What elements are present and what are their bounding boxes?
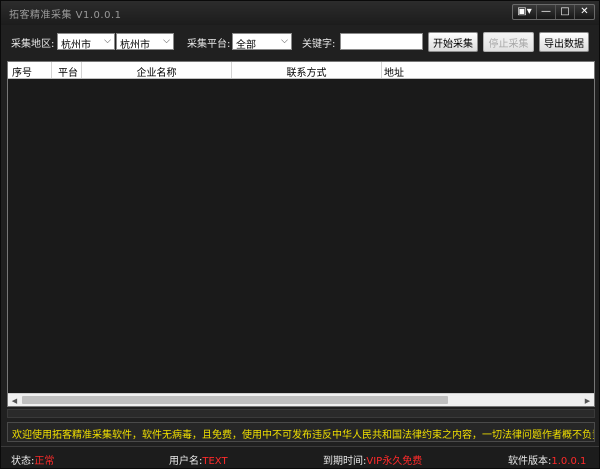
table-header: 序号 平台 企业名称 联系方式 地址 (8, 62, 594, 79)
maximize-icon[interactable]: □ (556, 5, 575, 19)
keyword-label: 关键字: (302, 39, 336, 50)
close-icon[interactable]: ✕ (575, 5, 594, 19)
column-header-platform[interactable]: 平台 (52, 62, 82, 79)
status-version: 软件版本:1.0.0.1 (508, 452, 586, 467)
scrollbar-thumb[interactable] (22, 396, 448, 404)
column-header-company[interactable]: 企业名称 (82, 62, 232, 79)
stop-collect-button[interactable]: 停止采集 (483, 32, 534, 52)
platform-select[interactable]: 全部 ⌵ (232, 33, 292, 51)
status-user: 用户名:TEXT (169, 452, 228, 467)
start-collect-button[interactable]: 开始采集 (428, 32, 478, 52)
export-data-button[interactable]: 导出数据 (539, 32, 589, 52)
scroll-left-icon[interactable]: ◀ (8, 395, 21, 406)
keyword-input[interactable] (340, 33, 423, 50)
window-controls: ▣▾ — □ ✕ (512, 4, 595, 20)
platform-label: 采集平台: (187, 39, 231, 50)
status-state-label: 状态: (11, 456, 35, 467)
chevron-down-icon: ⌵ (104, 36, 111, 46)
skin-menu-icon[interactable]: ▣▾ (513, 5, 537, 19)
column-header-address[interactable]: 地址 (382, 62, 594, 79)
region-label: 采集地区: (11, 39, 55, 50)
title-bar[interactable]: 拓客精准采集 V1.0.0.1 ▣▾ — □ ✕ (1, 1, 599, 25)
chevron-down-icon: ⌵ (163, 36, 170, 46)
province-select[interactable]: 杭州市 ⌵ (57, 33, 115, 51)
minimize-icon[interactable]: — (537, 5, 556, 19)
status-state-value: 正常 (34, 456, 55, 467)
status-user-value: TEXT (202, 456, 228, 467)
city-select-value: 杭州市 (120, 40, 150, 51)
status-expire: 到期时间:VIP永久免费 (323, 452, 422, 467)
city-select[interactable]: 杭州市 ⌵ (116, 33, 174, 51)
status-version-value: 1.0.0.1 (551, 456, 587, 467)
status-expire-value: VIP永久免费 (366, 456, 423, 467)
chevron-down-icon: ⌵ (281, 36, 288, 46)
column-header-contact[interactable]: 联系方式 (232, 62, 382, 79)
province-select-value: 杭州市 (61, 40, 91, 51)
status-state: 状态:正常 (11, 452, 54, 467)
window-title: 拓客精准采集 V1.0.0.1 (9, 10, 122, 21)
status-bar: 状态:正常 用户名:TEXT 到期时间:VIP永久免费 软件版本:1.0.0.1 (1, 446, 599, 468)
scroll-right-icon[interactable]: ▶ (581, 395, 594, 406)
results-table[interactable]: 序号 平台 企业名称 联系方式 地址 ◀ ▶ (7, 61, 595, 407)
status-user-label: 用户名: (169, 456, 203, 467)
status-expire-label: 到期时间: (323, 456, 367, 467)
platform-select-value: 全部 (236, 40, 256, 51)
splitter-bar (7, 409, 595, 418)
main-window: 拓客精准采集 V1.0.0.1 ▣▾ — □ ✕ 采集地区: 杭州市 ⌵ 杭州市… (0, 0, 600, 469)
notice-banner: 欢迎使用拓客精准采集软件，软件无病毒，且免费，使用中不可发布违反中华人民共和国法… (7, 422, 595, 442)
table-body (8, 79, 594, 394)
status-version-label: 软件版本: (508, 456, 552, 467)
horizontal-scrollbar[interactable]: ◀ ▶ (8, 393, 594, 406)
toolbar: 采集地区: 杭州市 ⌵ 杭州市 ⌵ 采集平台: 全部 ⌵ 关键字: 开始采集 停… (1, 31, 599, 53)
column-header-index[interactable]: 序号 (8, 62, 52, 79)
